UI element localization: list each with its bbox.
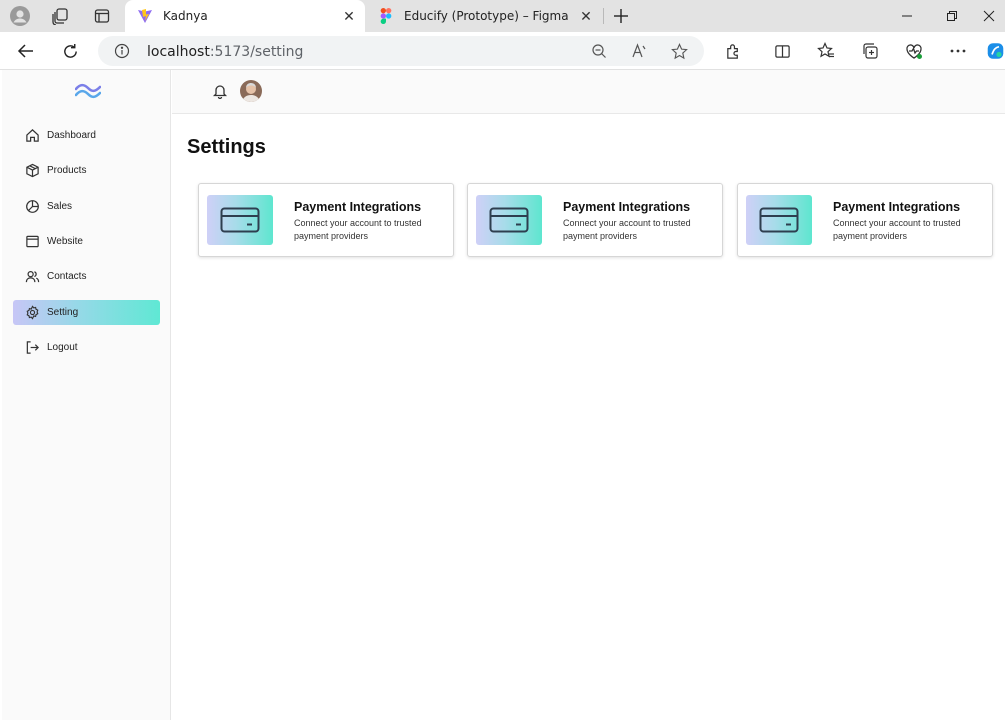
card-description: Connect your account to trusted payment … bbox=[294, 218, 422, 241]
sidebar-item-label: Contacts bbox=[47, 271, 87, 282]
credit-card-icon bbox=[759, 207, 799, 233]
browser-tab-bar: Kadnya ✕ Educify (Prototype) – Figma ✕ bbox=[0, 0, 1005, 32]
profile-icon[interactable] bbox=[8, 4, 32, 28]
copilot-icon[interactable] bbox=[986, 39, 1005, 63]
browser-essentials-icon[interactable] bbox=[902, 39, 926, 63]
sidebar-item-sales[interactable]: Sales bbox=[13, 194, 160, 219]
sidebar-item-label: Setting bbox=[47, 307, 79, 318]
sidebar-item-setting[interactable]: Setting bbox=[13, 300, 160, 325]
more-options-icon[interactable] bbox=[946, 39, 970, 63]
tab-separator bbox=[603, 8, 604, 24]
card-thumbnail bbox=[476, 195, 542, 245]
sidebar-item-contacts[interactable]: Contacts bbox=[13, 264, 160, 289]
figma-icon bbox=[378, 8, 394, 24]
split-screen-icon[interactable] bbox=[770, 39, 794, 63]
top-header bbox=[172, 70, 1005, 114]
favorite-star-icon[interactable] bbox=[669, 41, 689, 61]
card-description: Connect your account to trusted payment … bbox=[563, 218, 691, 241]
collections-icon[interactable] bbox=[858, 39, 882, 63]
address-bar: localhost:5173/setting bbox=[0, 32, 1005, 70]
box-icon bbox=[24, 163, 40, 179]
sidebar-item-dashboard[interactable]: Dashboard bbox=[13, 123, 160, 148]
url-field[interactable]: localhost:5173/setting bbox=[98, 36, 704, 66]
gear-icon bbox=[24, 305, 40, 321]
sidebar-item-label: Website bbox=[47, 236, 83, 247]
sidebar-item-website[interactable]: Website bbox=[13, 229, 160, 254]
card-title: Payment Integrations bbox=[563, 200, 691, 214]
tab-title: Educify (Prototype) – Figma bbox=[404, 9, 569, 23]
url-path: :5173/setting bbox=[209, 44, 304, 60]
extensions-icon[interactable] bbox=[721, 39, 745, 63]
card-title: Payment Integrations bbox=[294, 200, 422, 214]
page-title: Settings bbox=[187, 136, 266, 158]
read-aloud-icon[interactable] bbox=[629, 41, 649, 61]
refresh-icon[interactable] bbox=[55, 36, 85, 66]
tab-kadnya[interactable]: Kadnya ✕ bbox=[125, 0, 365, 32]
close-tab-icon[interactable]: ✕ bbox=[339, 6, 359, 26]
window-icon bbox=[24, 234, 40, 250]
logout-icon bbox=[24, 340, 40, 356]
credit-card-icon bbox=[220, 207, 260, 233]
card-title: Payment Integrations bbox=[833, 200, 961, 214]
card-thumbnail bbox=[746, 195, 812, 245]
back-icon[interactable] bbox=[11, 36, 41, 66]
close-window-icon[interactable] bbox=[973, 0, 1005, 32]
pie-chart-icon bbox=[24, 199, 40, 215]
payment-integrations-card[interactable]: Payment Integrations Connect your accoun… bbox=[737, 183, 993, 257]
sidebar: Dashboard Products Sales Website Contact… bbox=[2, 70, 171, 720]
new-tab-icon[interactable] bbox=[609, 4, 633, 28]
bell-icon[interactable] bbox=[212, 83, 228, 99]
url-text: localhost:5173/setting bbox=[147, 44, 303, 60]
sidebar-item-label: Products bbox=[47, 165, 87, 176]
vite-icon bbox=[137, 8, 153, 24]
users-icon bbox=[24, 269, 40, 285]
favorites-icon[interactable] bbox=[814, 39, 838, 63]
payment-integrations-card[interactable]: Payment Integrations Connect your accoun… bbox=[467, 183, 723, 257]
site-info-icon[interactable] bbox=[114, 43, 130, 59]
minimize-icon[interactable] bbox=[884, 0, 930, 32]
workspaces-icon[interactable] bbox=[48, 4, 72, 28]
restore-icon[interactable] bbox=[929, 0, 975, 32]
sidebar-item-products[interactable]: Products bbox=[13, 158, 160, 183]
payment-integrations-card[interactable]: Payment Integrations Connect your accoun… bbox=[198, 183, 454, 257]
card-thumbnail bbox=[207, 195, 273, 245]
app-root: Dashboard Products Sales Website Contact… bbox=[0, 70, 1005, 720]
logo-icon bbox=[75, 83, 101, 99]
home-icon bbox=[24, 128, 40, 144]
tab-actions-icon[interactable] bbox=[90, 4, 114, 28]
url-host: localhost bbox=[147, 44, 210, 60]
sidebar-item-logout[interactable]: Logout bbox=[13, 335, 160, 360]
zoom-out-icon[interactable] bbox=[589, 41, 609, 61]
sidebar-item-label: Dashboard bbox=[47, 130, 96, 141]
avatar[interactable] bbox=[240, 80, 262, 102]
close-tab-icon[interactable]: ✕ bbox=[576, 6, 596, 26]
tab-title: Kadnya bbox=[163, 9, 208, 23]
credit-card-icon bbox=[489, 207, 529, 233]
sidebar-item-label: Sales bbox=[47, 201, 73, 212]
card-description: Connect your account to trusted payment … bbox=[833, 218, 961, 241]
tab-figma[interactable]: Educify (Prototype) – Figma ✕ bbox=[366, 0, 602, 32]
sidebar-item-label: Logout bbox=[47, 342, 78, 353]
